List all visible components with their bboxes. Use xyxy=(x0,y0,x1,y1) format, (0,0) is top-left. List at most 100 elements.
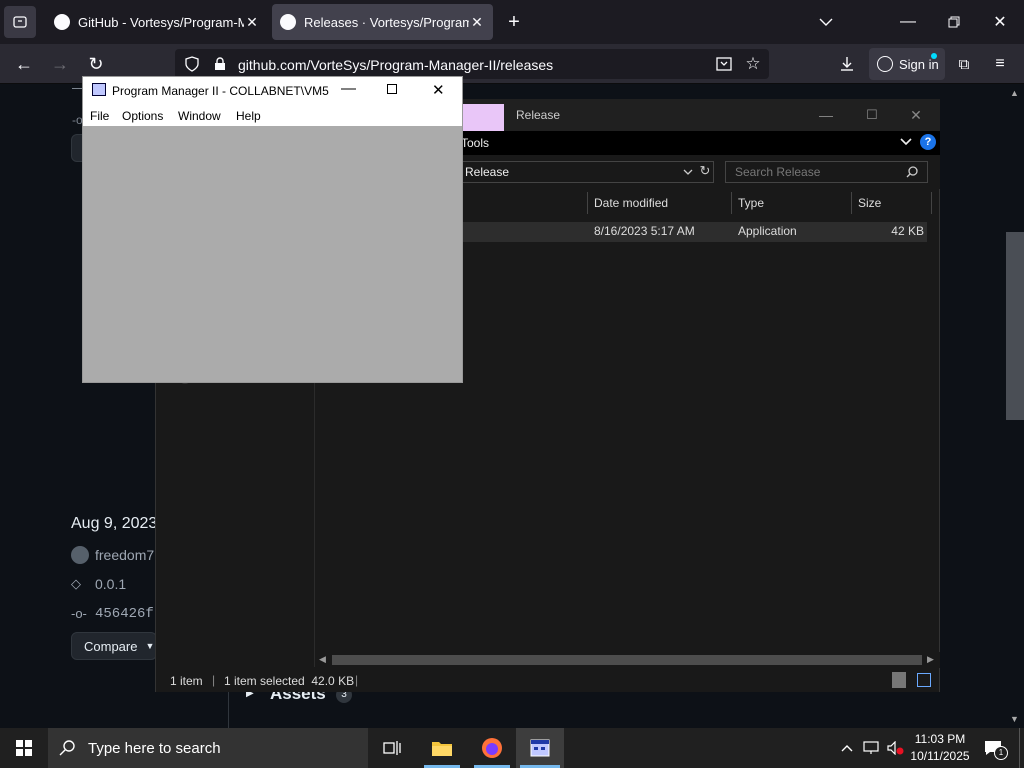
release-tag[interactable]: 0.0.1 xyxy=(95,576,126,592)
ribbon-context-tab[interactable] xyxy=(462,104,504,131)
sign-in-button[interactable]: Sign in xyxy=(869,48,945,80)
release-commit[interactable]: 456426f xyxy=(95,606,154,622)
github-icon xyxy=(280,14,296,30)
search-placeholder: Search Release xyxy=(735,165,821,179)
scroll-down-icon[interactable]: ▼ xyxy=(1010,714,1019,724)
address-text[interactable]: Release xyxy=(465,165,509,179)
notification-count-badge: 1 xyxy=(994,746,1008,760)
maximize-icon[interactable]: ☐ xyxy=(860,106,884,124)
column-divider[interactable] xyxy=(931,192,932,214)
search-icon xyxy=(58,739,76,757)
program-manager-title: Program Manager II - COLLABNET\VM5 xyxy=(112,84,329,98)
search-icon[interactable] xyxy=(904,164,920,180)
github-icon xyxy=(54,14,70,30)
close-icon[interactable]: ✕ xyxy=(469,14,485,31)
large-icons-view-icon[interactable] xyxy=(917,673,931,687)
account-icon xyxy=(877,56,893,72)
taskbar-search-placeholder: Type here to search xyxy=(88,740,221,757)
menu-help[interactable]: Help xyxy=(236,109,261,123)
list-all-tabs-icon[interactable] xyxy=(814,10,838,34)
firefox-icon[interactable] xyxy=(468,728,516,768)
column-header-size[interactable]: Size xyxy=(858,190,881,216)
chevron-down-icon[interactable] xyxy=(682,165,694,179)
close-icon[interactable]: ✕ xyxy=(904,106,928,124)
page-scrollbar-thumb[interactable] xyxy=(1006,232,1024,420)
program-manager-titlebar[interactable]: Program Manager II - COLLABNET\VM5 — ✕ xyxy=(83,77,462,104)
status-selected: 1 item selected 42.0 KB xyxy=(224,674,355,688)
clock-time: 11:03 PM xyxy=(914,732,966,746)
chevron-up-icon[interactable] xyxy=(838,738,856,758)
close-icon[interactable]: ✕ xyxy=(244,14,260,31)
minimize-icon[interactable]: — xyxy=(814,106,838,124)
taskbar-search-input[interactable]: Type here to search xyxy=(48,728,368,768)
program-manager-menubar: File Options Window Help xyxy=(83,104,462,126)
minimize-icon[interactable]: — xyxy=(896,10,920,34)
refresh-icon[interactable]: ↻ xyxy=(698,163,712,179)
file-explorer-icon[interactable] xyxy=(418,728,466,768)
clock-date: 10/11/2025 xyxy=(910,749,970,763)
reload-icon[interactable]: ↻ xyxy=(84,52,108,76)
release-date: Aug 9, 2023 xyxy=(71,515,158,532)
details-view-icon[interactable] xyxy=(892,672,906,688)
scrollbar-thumb[interactable] xyxy=(332,655,922,665)
column-divider[interactable] xyxy=(851,192,852,214)
scroll-left-icon[interactable]: ◀ xyxy=(319,654,326,665)
url-text[interactable]: github.com/VorteSys/Program-Manager-II/r… xyxy=(238,57,553,73)
explorer-title: Release xyxy=(516,108,561,122)
scroll-up-icon[interactable]: ▲ xyxy=(1010,88,1019,98)
notification-center-icon[interactable]: 1 xyxy=(982,738,1008,760)
program-manager-client-area[interactable] xyxy=(83,126,462,382)
program-manager-icon xyxy=(92,83,106,96)
lock-icon[interactable] xyxy=(210,54,230,74)
close-window-icon[interactable]: ✕ xyxy=(988,10,1012,34)
commit-icon: -o- xyxy=(71,606,87,621)
downloads-icon[interactable] xyxy=(837,54,857,74)
column-header-date[interactable]: Date modified xyxy=(594,190,668,216)
restore-icon[interactable] xyxy=(942,10,966,34)
compare-label: Compare xyxy=(84,638,138,654)
explorer-statusbar: 1 item | 1 item selected 42.0 KB | xyxy=(156,669,939,692)
author-avatar[interactable] xyxy=(71,546,89,564)
tab-github[interactable]: GitHub - Vortesys/Program-Ma ✕ xyxy=(46,4,268,40)
show-desktop-button[interactable] xyxy=(1019,728,1024,768)
windows-start-icon[interactable] xyxy=(0,728,48,768)
new-tab-icon[interactable]: + xyxy=(502,10,526,34)
release-author[interactable]: freedom7 xyxy=(95,547,154,563)
network-icon[interactable] xyxy=(862,738,880,758)
maximize-icon[interactable] xyxy=(387,84,397,94)
horizontal-scrollbar[interactable]: ◀ ▶ xyxy=(315,652,940,668)
task-view-icon[interactable] xyxy=(368,728,416,768)
commit-icon-top: -o xyxy=(72,113,83,127)
expand-ribbon-icon[interactable] xyxy=(898,134,914,150)
save-to-pocket-icon[interactable] xyxy=(714,54,734,74)
tab-title: GitHub - Vortesys/Program-Ma xyxy=(78,14,244,30)
volume-muted-icon[interactable] xyxy=(886,738,906,758)
menu-options[interactable]: Options xyxy=(122,109,163,123)
help-icon[interactable]: ? xyxy=(920,134,936,150)
compare-button[interactable]: Compare ▼ xyxy=(71,632,157,660)
shield-icon[interactable] xyxy=(182,54,202,74)
menu-file[interactable]: File xyxy=(90,109,109,123)
bookmark-star-icon[interactable]: ☆ xyxy=(743,54,763,74)
ribbon-tab-tools[interactable]: Tools xyxy=(461,136,489,150)
tab-overview-icon[interactable] xyxy=(4,6,36,38)
menu-window[interactable]: Window xyxy=(178,109,221,123)
close-icon[interactable]: ✕ xyxy=(432,81,445,99)
column-header-type[interactable]: Type xyxy=(738,190,764,216)
minimize-icon[interactable]: — xyxy=(341,80,356,97)
tab-releases[interactable]: Releases · Vortesys/Program-M ✕ xyxy=(272,4,493,40)
tab-title: Releases · Vortesys/Program-M xyxy=(304,14,469,30)
menu-icon[interactable]: ≡ xyxy=(990,54,1010,74)
status-divider: | xyxy=(355,673,359,687)
back-icon[interactable]: ← xyxy=(12,52,36,76)
program-manager-taskbar-icon[interactable] xyxy=(516,728,564,768)
file-size: 42 KB xyxy=(891,224,924,238)
extensions-icon[interactable]: ⧉ xyxy=(954,54,974,74)
forward-icon[interactable]: → xyxy=(48,52,72,76)
status-item-count: 1 item xyxy=(170,674,203,688)
chevron-down-icon: ▼ xyxy=(145,641,155,651)
clock[interactable]: 11:03 PM 10/11/2025 xyxy=(908,731,972,765)
scroll-right-icon[interactable]: ▶ xyxy=(927,654,934,665)
column-divider[interactable] xyxy=(587,192,588,214)
column-divider[interactable] xyxy=(731,192,732,214)
